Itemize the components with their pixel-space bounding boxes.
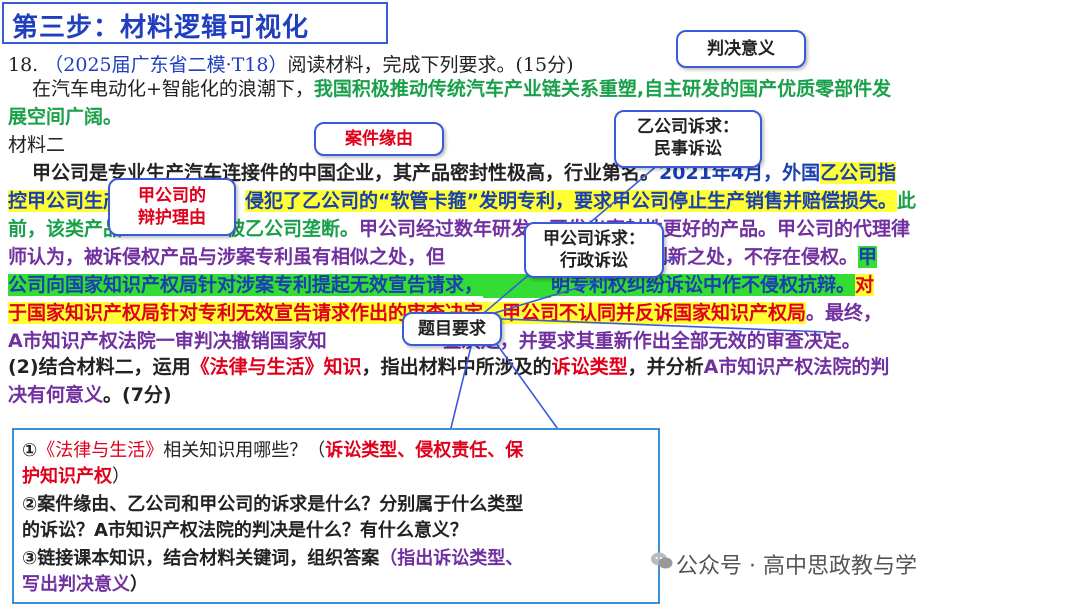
callout-b-claim-line2: 民事诉讼 — [654, 139, 722, 159]
task-f: A市知识产权法院的判 — [703, 356, 890, 378]
callout-judgment-text: 判决意义 — [707, 39, 775, 59]
question-instruction: 阅读材料，完成下列要求。(15分) — [287, 54, 574, 76]
q1a: ① — [22, 440, 38, 461]
analysis-q2-line2: 的诉讼？A市知识产权法院的判决是什么？有什么意义？ — [22, 520, 468, 541]
question-number: 18. — [8, 54, 39, 76]
intro-highlight-end: 展空间广阔。 — [8, 106, 123, 128]
callout-requirement: 题目要求 — [402, 312, 502, 346]
intro-text: 在汽车电动化+智能化的浪潮下， — [32, 78, 314, 100]
task-d: 诉讼类型 — [551, 356, 628, 378]
callout-a-defense: 甲公司的 辩护理由 — [108, 178, 236, 236]
q3c: 写出判决意义 — [22, 574, 130, 595]
m5c: 对 — [855, 274, 875, 296]
question-source: （2025届广东省二模·T18） — [44, 54, 288, 76]
task-e: ，并分析 — [627, 356, 704, 378]
task-c: ，指出材料中所涉及的 — [361, 356, 552, 378]
task-g: 决有何意义 — [8, 384, 104, 406]
callout-a-claim: 甲公司诉求： 行政诉讼 — [524, 222, 664, 278]
title-box: 第三步：材料逻辑可视化 — [2, 2, 388, 44]
q3b: （指出诉讼类型、 — [379, 548, 524, 569]
analysis-q3-line2: 写出判决意义） — [22, 572, 148, 598]
q1c: 相关知识用哪些？（ — [163, 440, 326, 461]
q1f: ） — [112, 466, 130, 487]
material-line-4: 师认为，被诉侵权产品与涉案专利虽有相似之处，但 ，而是有创新之处，不存在侵权。甲 — [8, 242, 878, 272]
q1d: 诉讼类型、侵权责任、保 — [325, 440, 524, 461]
m7a: A市知识产权法院一审判决撤销国家知 — [8, 330, 327, 352]
intro-line-2: 展空间广阔。 — [8, 102, 122, 132]
analysis-box: ①《法律与生活》相关知识用哪些？（诉讼类型、侵权责任、保 护知识产权） ②案件缘… — [12, 428, 660, 604]
task-h: 。(7分) — [103, 384, 172, 406]
callout-requirement-text: 题目要求 — [418, 319, 486, 339]
q3a: ③链接课本知识，结合材料关键词，组织答案 — [22, 548, 380, 569]
task-line-1: (2)结合材料二，运用《法律与生活》知识，指出材料中所涉及的诉讼类型，并分析A市… — [8, 352, 889, 382]
task-line-2: 决有何意义。(7分) — [8, 380, 172, 410]
m6b: 甲公司不认同并反诉国家知识产权局 — [502, 302, 807, 324]
callout-judgment: 判决意义 — [676, 30, 806, 68]
m6c: 。最终， — [806, 302, 883, 324]
m4a: 师认为，被诉侵权产品与涉案专利虽有相似之处，但 — [8, 246, 446, 268]
m2b: 侵犯了乙公司的“软管卡箍”发明专利，要求甲公司停止生产销售并赔偿损失。 — [245, 190, 897, 212]
material-label: 材料二 — [8, 134, 66, 156]
analysis-q1-line2: 护知识产权） — [22, 464, 130, 490]
callout-cause: 案件缘由 — [314, 122, 444, 156]
callout-a-claim-line1: 甲公司诉求： — [543, 229, 645, 249]
intro-highlight: 我国积极推动传统汽车产业链关系重塑,自主研发的国产优质零部件发 — [313, 78, 892, 100]
m3a: 前，该类产品 — [8, 218, 123, 240]
material-line-5: 公司向国家知识产权局针对涉案专利提起无效宣告请求， 明专利权纠纷诉讼中作不侵权抗辩… — [8, 270, 875, 300]
callout-a-defense-line2: 辩护理由 — [138, 208, 206, 228]
q1b: 《法律与生活》 — [37, 440, 164, 461]
wechat-icon — [651, 552, 673, 569]
analysis-q1-line1: ①《法律与生活》相关知识用哪些？（诉讼类型、侵权责任、保 — [22, 438, 523, 464]
q3d: ） — [130, 574, 148, 595]
m5a: 公司向国家知识产权局针对涉案专利提起无效宣告请求， — [8, 274, 484, 296]
m3b: 被乙公司垄断。 — [226, 218, 360, 240]
m1c: 乙公司指 — [820, 162, 897, 184]
m2c: 此 — [897, 190, 917, 212]
m4c: 甲 — [858, 246, 878, 268]
analysis-q2-line1: ②案件缘由、乙公司和甲公司的诉求是什么？分别属于什么类型 — [22, 494, 524, 515]
question-header: 18. （2025届广东省二模·T18）阅读材料，完成下列要求。(15分) — [8, 50, 574, 77]
callout-b-claim-line1: 乙公司诉求： — [637, 117, 739, 137]
callout-b-claim: 乙公司诉求： 民事诉讼 — [614, 110, 762, 168]
callout-a-defense-line1: 甲公司的 — [138, 186, 206, 206]
analysis-q3-line1: ③链接课本知识，结合材料关键词，组织答案（指出诉讼类型、 — [22, 546, 523, 572]
m7b: 查决定，并要求其重新作出全部无效的审查决定。 — [442, 330, 861, 352]
task-a: (2)结合材料二，运用 — [8, 356, 191, 378]
intro-line-1: 在汽车电动化+智能化的浪潮下，我国积极推动传统汽车产业链关系重塑,自主研发的国产… — [32, 74, 891, 104]
q1e: 护知识产权 — [22, 466, 112, 487]
callout-cause-text: 案件缘由 — [345, 129, 413, 149]
watermark-text: 公众号 · 高中思政教与学 — [676, 554, 917, 579]
task-b: 《法律与生活》知识 — [190, 356, 362, 378]
callout-a-claim-line2: 行政诉讼 — [560, 251, 628, 271]
page-title: 第三步：材料逻辑可视化 — [12, 13, 310, 43]
